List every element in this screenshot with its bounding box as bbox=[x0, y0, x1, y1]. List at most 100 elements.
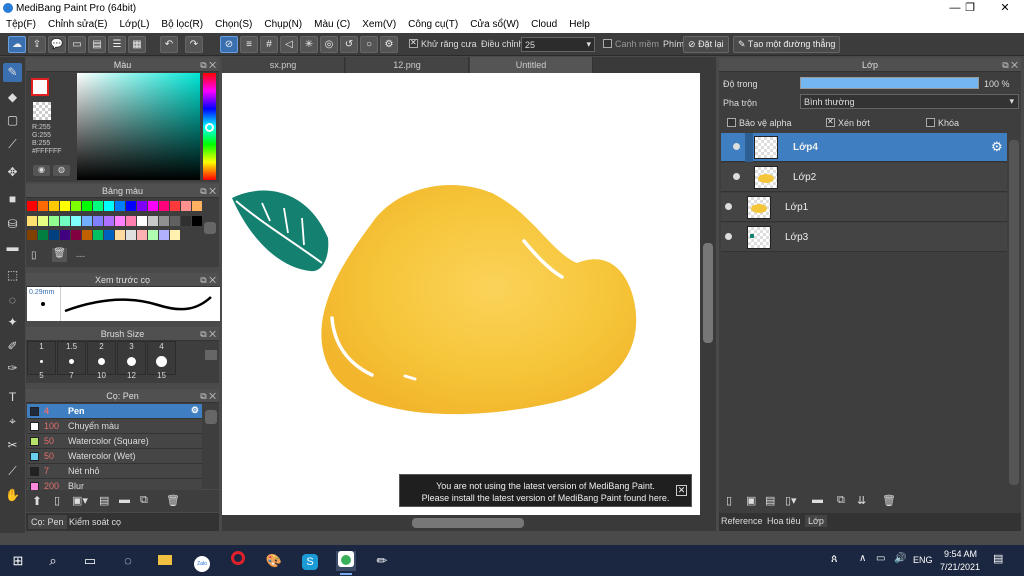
clock-date[interactable]: 7/21/2021 bbox=[940, 562, 980, 572]
palette-swatch[interactable] bbox=[159, 230, 169, 241]
protect-alpha-checkbox[interactable] bbox=[727, 118, 736, 127]
operation-tool-icon[interactable]: ⌖ bbox=[3, 412, 22, 431]
clipping-checkbox[interactable] bbox=[826, 117, 835, 127]
dot-brush-icon[interactable]: ⟋ bbox=[3, 135, 22, 154]
zalo-icon[interactable]: Zalo bbox=[192, 551, 212, 572]
palette-swatch[interactable] bbox=[60, 201, 70, 211]
opacity-slider[interactable] bbox=[800, 77, 979, 89]
menu-file[interactable]: Tệp(F) bbox=[0, 17, 42, 33]
menu-window[interactable]: Cửa sổ(W) bbox=[464, 17, 525, 33]
palette-swatch[interactable] bbox=[126, 230, 136, 241]
palette-swatch[interactable] bbox=[82, 201, 92, 211]
undo-icon[interactable]: ↶ bbox=[160, 36, 178, 53]
brush-size-3[interactable]: 3 12 bbox=[117, 341, 146, 380]
gear-icon[interactable]: ⚙ bbox=[191, 405, 199, 416]
layer-row[interactable]: Lớp4 ⚙ bbox=[721, 133, 1007, 162]
brush-size-2[interactable]: 2 10 bbox=[87, 341, 116, 380]
horizontal-scrollbar[interactable] bbox=[222, 515, 716, 531]
brush-row[interactable]: 4 Pen ⚙ bbox=[27, 404, 202, 419]
menu-edit[interactable]: Chỉnh sửa(E) bbox=[42, 17, 114, 33]
text-tool-icon[interactable]: T bbox=[3, 388, 22, 407]
tab-layer[interactable]: Lớp bbox=[805, 515, 827, 527]
eraser-tool-icon[interactable]: ◆ bbox=[3, 88, 22, 107]
palette-swatch[interactable] bbox=[27, 201, 37, 211]
palette-swatch[interactable] bbox=[159, 215, 169, 226]
close-button[interactable]: ✕ bbox=[990, 0, 1020, 17]
menu-layer[interactable]: Lớp(L) bbox=[114, 17, 156, 33]
network-icon[interactable]: ▭ bbox=[876, 553, 885, 564]
close-icon[interactable]: ✕ bbox=[676, 485, 687, 496]
brush-tool-icon[interactable]: ✎ bbox=[3, 63, 22, 82]
layer-scrollbar[interactable] bbox=[1009, 140, 1019, 485]
layer-template-icon[interactable]: ▤ bbox=[765, 494, 775, 507]
brush-row[interactable]: 50 Watercolor (Square) bbox=[27, 434, 202, 449]
palette-swatch[interactable] bbox=[148, 201, 158, 211]
close-icon[interactable]: ⧉ ✕ bbox=[200, 273, 216, 287]
menu-view[interactable]: Xem(V) bbox=[356, 17, 402, 33]
palette-swatch[interactable] bbox=[170, 230, 180, 241]
palette-swatch[interactable] bbox=[126, 215, 136, 226]
tab-reference[interactable]: Reference bbox=[721, 516, 763, 526]
search-icon[interactable]: ⌕ bbox=[43, 551, 63, 571]
skype-icon[interactable]: S bbox=[300, 551, 320, 571]
hand-tool-icon[interactable]: ✋ bbox=[3, 486, 22, 505]
palette-swatch[interactable] bbox=[93, 201, 103, 211]
brush-settings-icon[interactable]: ▤ bbox=[99, 494, 109, 507]
horizontal-scroll-thumb[interactable] bbox=[412, 518, 524, 528]
close-icon[interactable]: ⧉ ✕ bbox=[200, 58, 216, 72]
language-indicator[interactable]: ENG bbox=[913, 555, 933, 565]
palette-swatch[interactable] bbox=[27, 230, 37, 241]
bucket-tool-icon[interactable]: ⛁ bbox=[3, 215, 22, 234]
tab-navigator[interactable]: Hoa tiêu bbox=[767, 516, 801, 526]
menu-snap[interactable]: Chụp(N) bbox=[258, 17, 308, 33]
divide-tool-icon[interactable]: ✂ bbox=[3, 436, 22, 455]
brush-row[interactable]: 7 Nét nhỏ bbox=[27, 464, 202, 479]
palette-swatch[interactable] bbox=[60, 230, 70, 241]
cross-snap-icon[interactable]: # bbox=[260, 36, 278, 53]
palette-swatch[interactable] bbox=[104, 215, 114, 226]
tab-brush-control[interactable]: Kiểm soát cọ bbox=[66, 515, 124, 529]
tab-brush[interactable]: Cọ: Pen bbox=[28, 515, 67, 529]
palette-swatch[interactable] bbox=[137, 201, 147, 211]
brush-row[interactable]: 50 Watercolor (Wet) bbox=[27, 449, 202, 464]
primary-color-swatch[interactable] bbox=[31, 78, 49, 96]
palette-swatch[interactable] bbox=[181, 201, 191, 211]
palette-swatch[interactable] bbox=[38, 230, 48, 241]
fill-rect-icon[interactable]: ■ bbox=[3, 190, 22, 209]
layer-add-menu-icon[interactable]: ▯▾ bbox=[785, 494, 797, 507]
magic-wand-icon[interactable]: ✦ bbox=[3, 313, 22, 332]
menu-cloud[interactable]: Cloud bbox=[525, 17, 563, 33]
palette-swatch[interactable] bbox=[126, 201, 136, 211]
lock-checkbox[interactable] bbox=[926, 118, 935, 127]
cloud-icon[interactable]: ☁ bbox=[8, 36, 26, 53]
palette-swatch[interactable] bbox=[93, 215, 103, 226]
task-view-icon[interactable]: ▭ bbox=[80, 551, 100, 571]
size-scroll-thumb[interactable] bbox=[205, 350, 217, 360]
rectangle-tool-icon[interactable]: ▢ bbox=[3, 111, 22, 130]
palette-swatch[interactable] bbox=[159, 201, 169, 211]
brush-size-1[interactable]: 15 bbox=[27, 341, 56, 380]
delete-icon[interactable]: 🗑 bbox=[52, 248, 67, 262]
palette-swatch[interactable] bbox=[137, 230, 147, 241]
drawing-canvas[interactable] bbox=[222, 73, 700, 515]
palette-swatch[interactable] bbox=[49, 230, 59, 241]
palette-swatch[interactable] bbox=[27, 215, 37, 226]
palette-swatch[interactable] bbox=[192, 201, 202, 211]
folder-icon[interactable]: ▬ bbox=[119, 494, 130, 506]
curve-snap-icon[interactable]: ↺ bbox=[340, 36, 358, 53]
eye-icon[interactable] bbox=[725, 203, 732, 210]
palette-swatch[interactable] bbox=[104, 201, 114, 211]
palette-icon[interactable]: ◉ bbox=[33, 165, 50, 176]
notification-icon[interactable]: ▤ bbox=[993, 552, 1003, 565]
palette-swatch[interactable] bbox=[115, 215, 125, 226]
layer-row[interactable]: Lớp2 bbox=[721, 163, 1007, 192]
palette-swatch[interactable] bbox=[115, 201, 125, 211]
palette-swatch[interactable] bbox=[38, 201, 48, 211]
snap-off-icon[interactable]: ⊘ bbox=[220, 36, 238, 53]
duplicate-icon[interactable]: ⧉ bbox=[837, 494, 845, 507]
editor-icon[interactable]: ✏ bbox=[372, 551, 392, 571]
windows-start-icon[interactable]: ⊞ bbox=[8, 551, 28, 571]
new-layer-copy-icon[interactable]: ▣ bbox=[746, 494, 756, 507]
merge-icon[interactable]: ⇊ bbox=[857, 494, 866, 507]
palette-swatch[interactable] bbox=[192, 215, 202, 226]
